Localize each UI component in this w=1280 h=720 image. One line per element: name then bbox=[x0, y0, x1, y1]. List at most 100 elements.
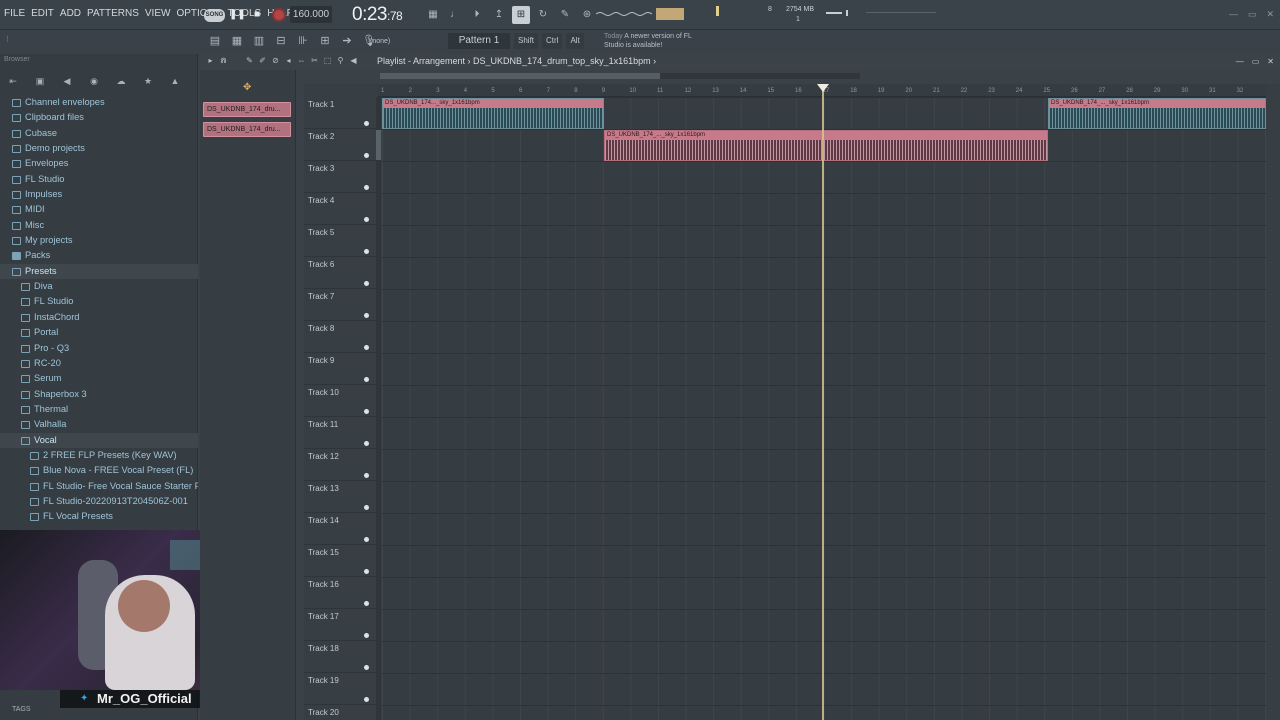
song-position-display[interactable]: 0:23:78 bbox=[352, 2, 414, 28]
playlist-v-scrollbar[interactable] bbox=[376, 97, 381, 720]
clip-source-1[interactable]: DS_UKDNB_174_dru... bbox=[203, 102, 291, 117]
up-icon[interactable]: ▲ bbox=[166, 74, 184, 89]
track-mute-led[interactable] bbox=[364, 569, 369, 574]
browser-item[interactable]: FL Studio bbox=[0, 172, 198, 187]
news-panel[interactable]: Today A newer version of FL Studio is av… bbox=[604, 30, 700, 52]
audio-clip[interactable]: DS_UKDNB_174..._sky_1x161bpm bbox=[382, 98, 604, 129]
pattern-song-icon[interactable]: ▦ bbox=[424, 6, 442, 24]
countdown-icon[interactable]: ↥ bbox=[490, 6, 508, 24]
slice-icon[interactable]: ✂ bbox=[310, 56, 319, 66]
clip-source-2[interactable]: DS_UKDNB_174_dru... bbox=[203, 122, 291, 137]
playlist-h-scrollthumb[interactable] bbox=[380, 73, 660, 79]
menu-patterns[interactable]: PATTERNS bbox=[87, 8, 139, 19]
play-pause-button[interactable]: ❚❚ bbox=[229, 8, 246, 22]
pencil-icon[interactable]: ✎ bbox=[245, 56, 254, 66]
track-header[interactable]: Track 2 bbox=[304, 129, 376, 161]
track-mute-led[interactable] bbox=[364, 281, 369, 286]
alt-key[interactable]: Alt bbox=[566, 33, 584, 49]
minimize-icon[interactable]: — bbox=[1229, 9, 1238, 20]
track-header[interactable]: Track 4 bbox=[304, 193, 376, 225]
track-header[interactable]: Track 5 bbox=[304, 225, 376, 257]
playlist-menu-icon[interactable]: ▸ bbox=[206, 56, 215, 66]
audio-clip[interactable]: DS_UKDNB_174_..._sky_1x161bpm bbox=[1048, 98, 1266, 129]
browser-item[interactable]: FL Studio-20220913T204506Z-001 bbox=[0, 494, 198, 509]
browser-item[interactable]: Demo projects bbox=[0, 141, 198, 156]
browser-item[interactable]: Blue Nova - FREE Vocal Preset (FL) bbox=[0, 463, 198, 478]
song-mode-toggle[interactable]: SONG bbox=[204, 9, 225, 22]
plugin-picker-icon[interactable]: ⊪ bbox=[294, 32, 312, 50]
browser-item[interactable]: FL Studio- Free Vocal Sauce Starter Pack bbox=[0, 479, 198, 494]
track-header[interactable]: Track 18 bbox=[304, 641, 376, 673]
browser-item[interactable]: Envelopes bbox=[0, 156, 198, 171]
select-icon[interactable]: ⬚ bbox=[323, 56, 332, 66]
stop-button[interactable]: ■ bbox=[250, 8, 264, 22]
menu-view[interactable]: VIEW bbox=[145, 8, 171, 19]
browser-item[interactable]: InstaChord bbox=[0, 310, 198, 325]
browser-item[interactable]: Clipboard files bbox=[0, 110, 198, 125]
playback-icon[interactable]: ◀ bbox=[349, 56, 358, 66]
track-header[interactable]: Track 7 bbox=[304, 289, 376, 321]
track-header[interactable]: Track 19 bbox=[304, 673, 376, 705]
browser-item[interactable]: Shaperbox 3 bbox=[0, 387, 198, 402]
menu-add[interactable]: ADD bbox=[60, 8, 81, 19]
track-mute-led[interactable] bbox=[364, 377, 369, 382]
track-header[interactable]: Track 3 bbox=[304, 161, 376, 193]
track-mute-led[interactable] bbox=[364, 441, 369, 446]
master-volume-slider[interactable] bbox=[826, 10, 936, 16]
maximize-icon[interactable]: ▭ bbox=[1248, 9, 1257, 20]
db-icon[interactable]: ☁ bbox=[112, 74, 130, 89]
browser-item[interactable]: RC-20 bbox=[0, 356, 198, 371]
browser-item[interactable]: Impulses bbox=[0, 187, 198, 202]
track-mute-led[interactable] bbox=[364, 217, 369, 222]
slip-icon[interactable]: ⇔ bbox=[297, 56, 306, 66]
track-mute-led[interactable] bbox=[364, 601, 369, 606]
arrow-icon[interactable]: ➔ bbox=[338, 32, 356, 50]
track-mute-led[interactable] bbox=[364, 121, 369, 126]
zoom-icon[interactable]: ⚲ bbox=[336, 56, 345, 66]
playhead-marker-icon[interactable] bbox=[817, 84, 829, 92]
channel-rack-icon[interactable]: ▥ bbox=[250, 32, 268, 50]
playlist-maximize-icon[interactable]: ▭ bbox=[1252, 57, 1260, 66]
browser-item[interactable]: Packs bbox=[0, 248, 198, 263]
playlist-v-scrollthumb[interactable] bbox=[376, 130, 381, 160]
track-mute-led[interactable] bbox=[364, 697, 369, 702]
menu-edit[interactable]: EDIT bbox=[31, 8, 54, 19]
track-mute-led[interactable] bbox=[364, 345, 369, 350]
mixer-icon[interactable]: ⊟ bbox=[272, 32, 290, 50]
track-mute-led[interactable] bbox=[364, 505, 369, 510]
track-header[interactable]: Track 13 bbox=[304, 481, 376, 513]
loop-record-icon[interactable]: ↻ bbox=[534, 6, 552, 24]
browser-item[interactable]: FL Studio bbox=[0, 294, 198, 309]
track-mute-led[interactable] bbox=[364, 153, 369, 158]
playlist-minimize-icon[interactable]: — bbox=[1236, 57, 1244, 66]
tempo-display[interactable]: 160.000 bbox=[290, 6, 332, 23]
track-mute-led[interactable] bbox=[364, 633, 369, 638]
track-mute-led[interactable] bbox=[364, 185, 369, 190]
star-icon[interactable]: ★ bbox=[139, 74, 157, 89]
track-mute-led[interactable] bbox=[364, 665, 369, 670]
back-icon[interactable]: ◀ bbox=[58, 74, 76, 89]
playlist-icon[interactable]: ▤ bbox=[206, 32, 224, 50]
browser-item[interactable]: MIDI bbox=[0, 202, 198, 217]
track-header[interactable]: Track 15 bbox=[304, 545, 376, 577]
browser-item[interactable]: Portal bbox=[0, 325, 198, 340]
audio-clip[interactable]: DS_UKDNB_174_..._sky_1x161bpm bbox=[604, 130, 1048, 161]
track-mute-led[interactable] bbox=[364, 313, 369, 318]
typing-keyboard-icon[interactable]: ✎ bbox=[556, 6, 574, 24]
pattern-selector[interactable]: Pattern 1 bbox=[448, 33, 510, 49]
browser-item[interactable]: Pro - Q3 bbox=[0, 341, 198, 356]
piano-roll-icon[interactable]: ▦ bbox=[228, 32, 246, 50]
files-icon[interactable]: ▣ bbox=[31, 74, 49, 89]
browser-item[interactable]: My projects bbox=[0, 233, 198, 248]
paint-icon[interactable]: ✐ bbox=[258, 56, 267, 66]
browser-item[interactable]: Cubase bbox=[0, 126, 198, 141]
track-mute-led[interactable] bbox=[364, 537, 369, 542]
track-header[interactable]: Track 14 bbox=[304, 513, 376, 545]
browser-item[interactable]: Diva bbox=[0, 279, 198, 294]
track-header[interactable]: Track 10 bbox=[304, 385, 376, 417]
metronome-icon[interactable]: ♩ bbox=[446, 6, 464, 24]
track-header[interactable]: Track 1 bbox=[304, 97, 376, 129]
track-mute-led[interactable] bbox=[364, 249, 369, 254]
step-edit-icon[interactable]: ⊞ bbox=[512, 6, 530, 24]
wait-icon[interactable]: ⏵ bbox=[468, 6, 486, 24]
